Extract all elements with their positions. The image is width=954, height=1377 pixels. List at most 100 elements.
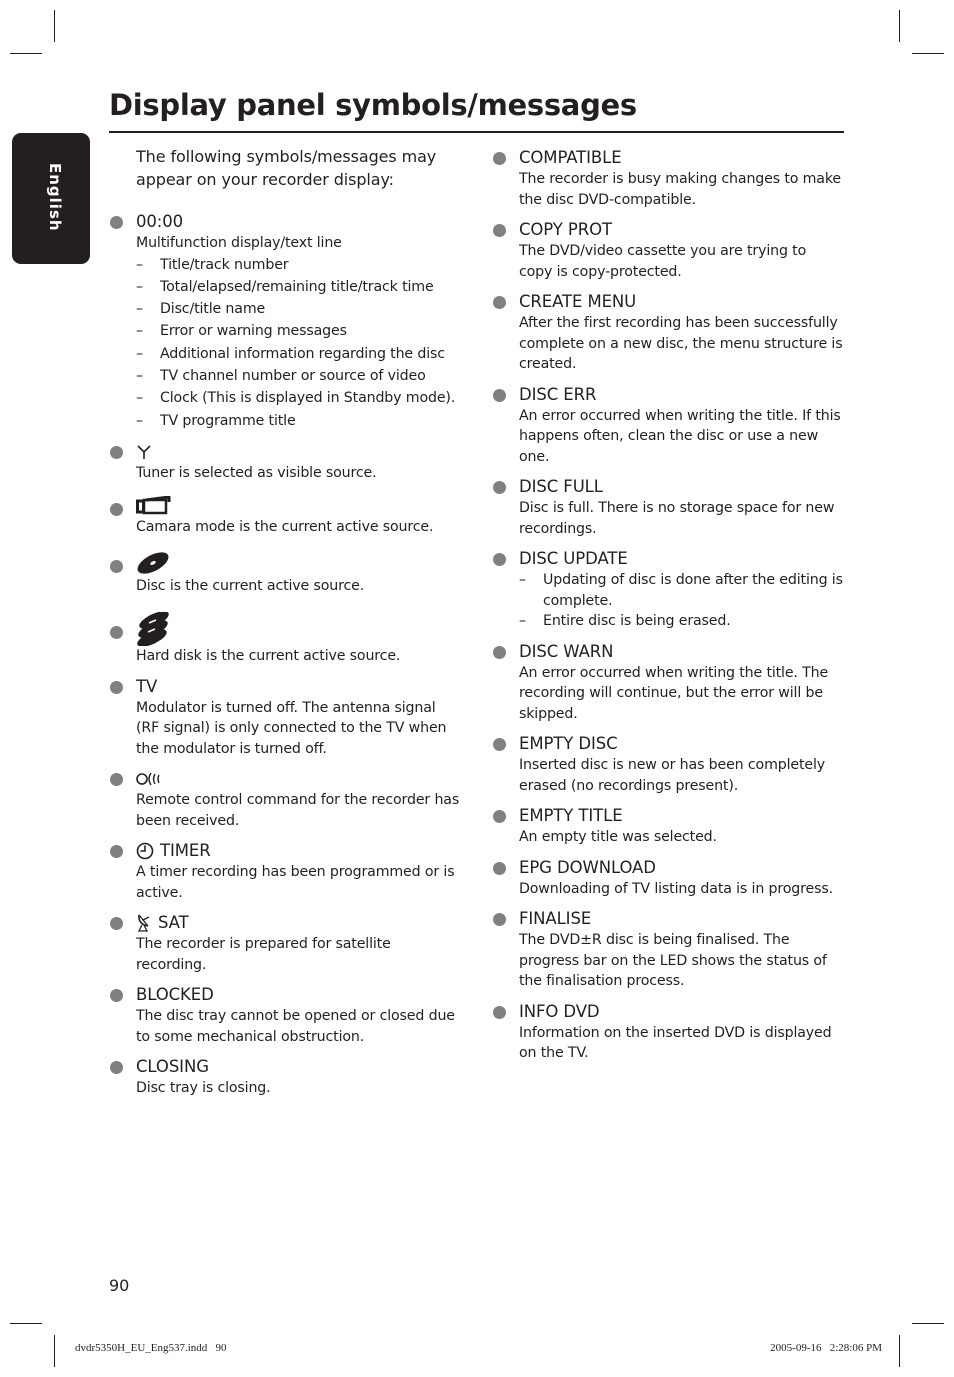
entry-description: Disc is full. There is no storage space … [519, 500, 835, 537]
remote-signal-icon [136, 772, 160, 786]
entry-heading: FINALISE [519, 909, 592, 928]
entry-closing: CLOSING Disc tray is closing. [110, 1056, 460, 1099]
entry-timer: TIMER A timer recording has been program… [110, 840, 460, 903]
clock-icon [136, 843, 154, 860]
list-item: Error or warning messages [136, 320, 460, 343]
entry-description: Hard disk is the current active source. [136, 648, 401, 665]
entry-heading: COPY PROT [519, 220, 613, 239]
list-item: Additional information regarding the dis… [136, 343, 460, 366]
disc-icon [137, 552, 169, 574]
entry-heading: DISC FULL [519, 477, 603, 496]
bullet-icon [493, 738, 506, 751]
bullet-icon [110, 216, 123, 229]
entry-description: A timer recording has been programmed or… [136, 864, 455, 901]
entry-description: Camara mode is the current active source… [136, 519, 434, 536]
entry-heading: DISC UPDATE [519, 549, 628, 568]
entry-heading: DISC WARN [519, 641, 614, 661]
entry-info-dvd: INFO DVD Information on the inserted DVD… [493, 1001, 843, 1064]
entry-heading: TIMER [160, 841, 211, 861]
entry-description: Multifunction display/text line [136, 235, 342, 251]
entry-finalise: FINALISE The DVD±R disc is being finalis… [493, 908, 843, 992]
entry-disc: Disc is the current active source. [110, 550, 460, 597]
title-rule [109, 131, 844, 133]
list-item: TV programme title [136, 410, 460, 433]
entry-hard-disk: Hard disk is the current active source. [110, 612, 460, 667]
entry-disc-full: DISC FULL Disc is full. There is no stor… [493, 476, 843, 539]
entry-sublist: Updating of disc is done after the editi… [519, 570, 843, 632]
list-item: Disc/title name [136, 298, 460, 321]
intro-text: The following symbols/messages may appea… [136, 147, 437, 189]
crop-mark [912, 53, 944, 54]
bullet-icon [493, 810, 506, 823]
list-item: Clock (This is displayed in Standby mode… [136, 387, 460, 410]
crop-mark [10, 53, 42, 54]
bullet-icon [110, 559, 123, 573]
bullet-icon [493, 645, 506, 659]
bullet-icon [493, 152, 506, 165]
entry-description: Disc tray is closing. [136, 1080, 271, 1097]
entry-description: Inserted disc is new or has been complet… [519, 757, 825, 794]
entry-description: Tuner is selected as visible source. [136, 464, 377, 481]
entry-description: The recorder is prepared for satellite r… [136, 936, 391, 973]
satellite-dish-icon [137, 914, 150, 933]
crop-mark [54, 10, 55, 42]
entry-description: The recorder is busy making changes to m… [519, 171, 841, 208]
entry-heading: EMPTY TITLE [519, 806, 623, 825]
entry-heading: INFO DVD [519, 1001, 600, 1021]
entry-disc-err: DISC ERR An error occurred when writing … [493, 384, 843, 468]
entry-compatible: COMPATIBLE The recorder is busy making c… [493, 147, 843, 210]
entry-description: Modulator is turned off. The antenna sig… [136, 699, 447, 757]
entry-heading: 00:00 [136, 212, 184, 231]
entry-heading: TV [136, 676, 158, 696]
crop-mark [899, 10, 900, 42]
entry-heading: CREATE MENU [519, 292, 637, 311]
entry-copy-prot: COPY PROT The DVD/video cassette you are… [493, 219, 843, 282]
entry-empty-title: EMPTY TITLE An empty title was selected. [493, 805, 843, 848]
list-item: Total/elapsed/remaining title/track time [136, 276, 460, 299]
entry-description: Information on the inserted DVD is displ… [519, 1024, 832, 1062]
language-tab: English [12, 133, 90, 264]
bullet-icon [110, 503, 123, 517]
antenna-icon [137, 445, 151, 459]
entry-tuner: Tuner is selected as visible source. [110, 441, 460, 484]
entry-description: The disc tray cannot be opened or closed… [136, 1008, 455, 1045]
hard-disk-icon [137, 612, 169, 647]
camera-icon [136, 496, 171, 515]
language-tab-label: English [46, 163, 64, 232]
entry-epg-download: EPG DOWNLOAD Downloading of TV listing d… [493, 857, 843, 900]
page-title: Display panel symbols/messages [109, 88, 637, 122]
crop-mark [912, 1323, 944, 1324]
entry-camera: Camara mode is the current active source… [110, 495, 460, 538]
print-timestamp: 2005-09-16 2:28:06 PM [770, 1342, 882, 1354]
bullet-icon [493, 224, 506, 237]
entry-description: The DVD±R disc is being finalised. The p… [519, 932, 827, 989]
crop-mark [899, 1335, 900, 1367]
crop-mark [54, 1335, 55, 1367]
entry-tv: TV Modulator is turned off. The antenna … [110, 676, 460, 760]
entry-clock-display: 00:00 Multifunction display/text line Ti… [110, 211, 460, 432]
entry-heading: BLOCKED [136, 985, 214, 1005]
entry-description: The DVD/video cassette you are trying to… [519, 243, 807, 280]
entry-sat: SAT The recorder is prepared for satelli… [110, 912, 460, 975]
right-column: COMPATIBLE The recorder is busy making c… [493, 147, 843, 1073]
entry-description: An empty title was selected. [519, 829, 717, 845]
bullet-icon [110, 773, 123, 787]
list-item: TV channel number or source of video [136, 365, 460, 388]
entry-description: An error occurred when writing the title… [519, 664, 829, 722]
list-item: Title/track number [136, 254, 460, 277]
entry-sublist: Title/track number Total/elapsed/remaini… [136, 254, 460, 433]
bullet-icon [110, 989, 123, 1003]
entry-description: After the first recording has been succe… [519, 315, 843, 372]
bullet-icon [110, 917, 123, 931]
bullet-icon [493, 861, 506, 875]
bullet-icon [110, 626, 123, 640]
entry-heading: DISC ERR [519, 384, 597, 404]
entry-create-menu: CREATE MENU After the first recording ha… [493, 291, 843, 375]
entry-description: Disc is the current active source. [136, 577, 365, 594]
entry-disc-update: DISC UPDATE Updating of disc is done aft… [493, 548, 843, 632]
entry-heading: CLOSING [136, 1057, 209, 1077]
bullet-icon [493, 481, 506, 494]
list-item: Updating of disc is done after the editi… [519, 570, 843, 611]
entry-heading: COMPATIBLE [519, 148, 622, 167]
entry-description: Downloading of TV listing data is in pro… [519, 880, 833, 897]
